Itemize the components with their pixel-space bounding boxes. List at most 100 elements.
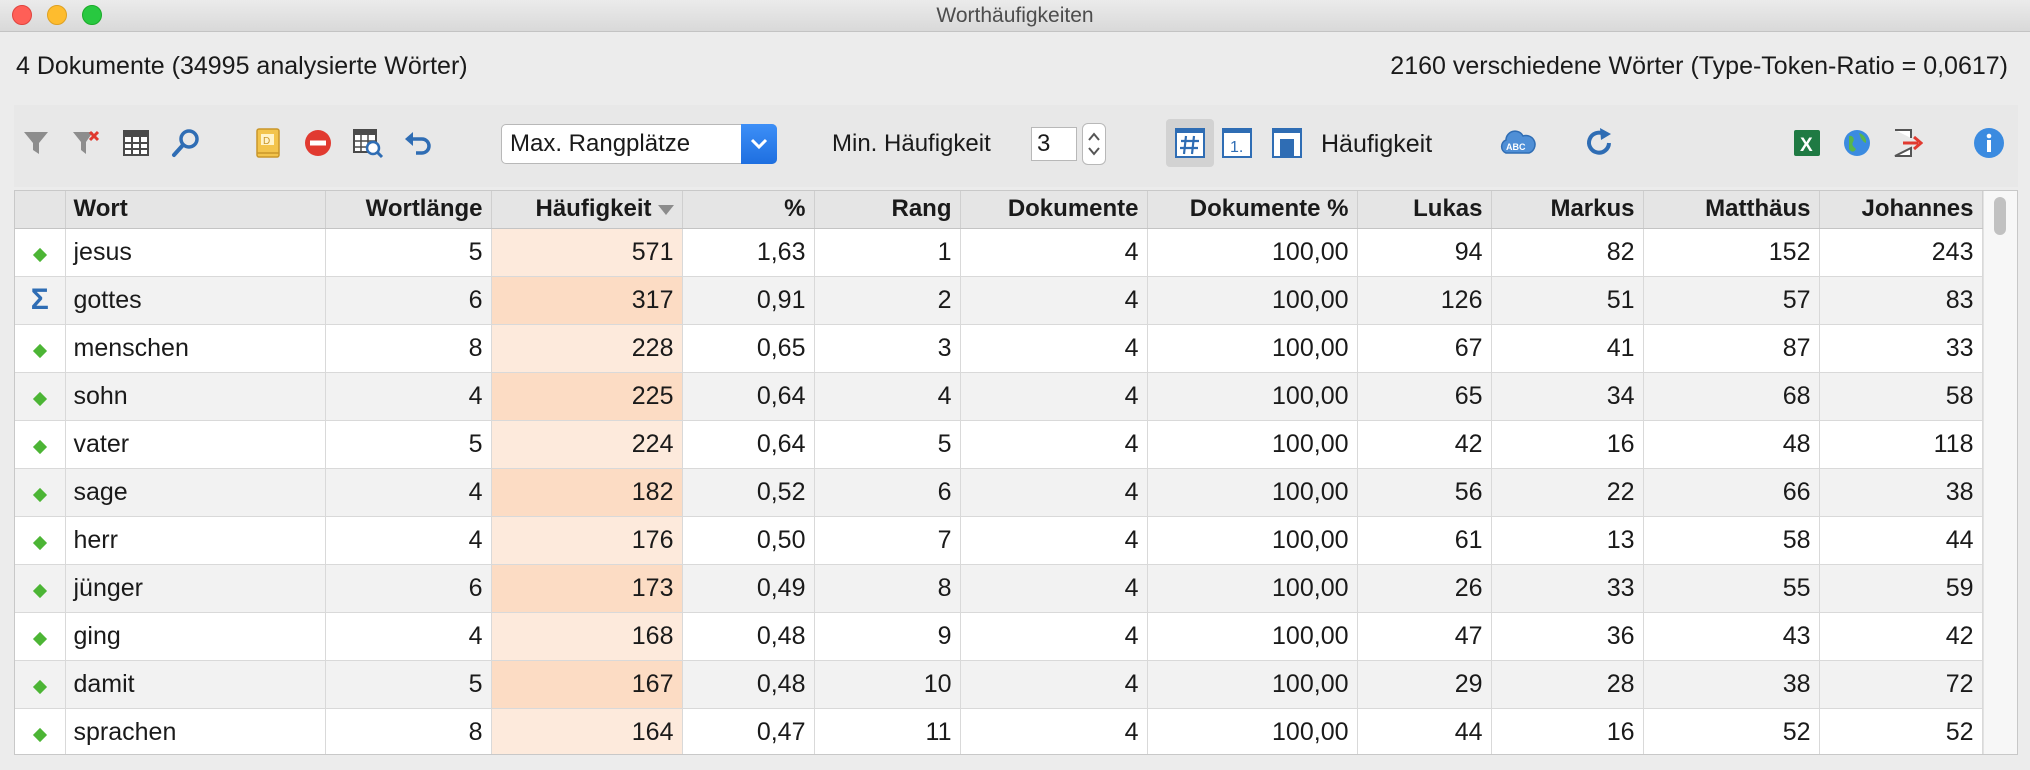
column-header-dokumente[interactable]: Dokumente: [960, 191, 1148, 229]
hash-icon[interactable]: [1166, 119, 1214, 167]
table-row[interactable]: Σgottes 6 317 0,91 2 4 100,00 126 51 57 83: [15, 276, 1983, 325]
cell-rang: 9: [814, 612, 961, 661]
table-row[interactable]: menschen 8 228 0,65 3 4 100,00 67 41 87 33: [15, 324, 1983, 373]
diamond-icon: [32, 583, 47, 598]
table-row[interactable]: vater 5 224 0,64 5 4 100,00 42 16 48 118: [15, 420, 1983, 469]
cell-lukas: 56: [1357, 468, 1492, 517]
svg-text:D: D: [263, 136, 270, 147]
table-row[interactable]: jesus 5 571 1,63 1 4 100,00 94 82 152 243: [15, 228, 1983, 277]
table-row[interactable]: sohn 4 225 0,64 4 4 100,00 65 34 68 58: [15, 372, 1983, 421]
cell-lukas: 126: [1357, 276, 1492, 325]
excel-icon[interactable]: X: [1787, 123, 1827, 163]
column-header-haeufigkeit[interactable]: Häufigkeit: [491, 191, 683, 229]
column-header-label: Dokumente: [1007, 195, 1139, 223]
cell-dokumente-prozent: 100,00: [1147, 564, 1358, 613]
rank-icon[interactable]: 1.: [1217, 123, 1257, 163]
cell-matthaeus: 87: [1643, 324, 1820, 373]
cell-rang: 1: [814, 228, 961, 277]
row-marker-cell[interactable]: [15, 660, 66, 709]
cell-lukas: 47: [1357, 612, 1492, 661]
columns-icon[interactable]: [116, 123, 156, 163]
min-frequency-label: Min. Häufigkeit: [832, 130, 991, 157]
cell-prozent: 0,49: [682, 564, 815, 613]
export-icon[interactable]: [1887, 123, 1927, 163]
cell-lukas: 42: [1357, 420, 1492, 469]
cell-rang: 3: [814, 324, 961, 373]
cell-haeufigkeit: 317: [491, 276, 683, 325]
filter-icon[interactable]: [16, 123, 56, 163]
chevron-down-icon: [741, 124, 777, 164]
cell-johannes: 118: [1819, 420, 1983, 469]
column-header-wortlaenge[interactable]: Wortlänge: [325, 191, 492, 229]
cell-wort: damit: [65, 660, 326, 709]
window-title: Worthäufigkeiten: [936, 4, 1094, 27]
table-search-icon[interactable]: [348, 123, 388, 163]
diamond-icon: [32, 535, 47, 550]
column-header-johannes[interactable]: Johannes: [1819, 191, 1983, 229]
table-row[interactable]: damit 5 167 0,48 10 4 100,00 29 28 38 72: [15, 660, 1983, 709]
row-marker-cell[interactable]: [15, 468, 66, 517]
column-header-markus[interactable]: Markus: [1491, 191, 1644, 229]
stop-list-icon[interactable]: [298, 123, 338, 163]
cell-matthaeus: 38: [1643, 660, 1820, 709]
cell-matthaeus: 52: [1643, 708, 1820, 754]
cell-lukas: 29: [1357, 660, 1492, 709]
table-row[interactable]: ging 4 168 0,48 9 4 100,00 47 36 43 42: [15, 612, 1983, 661]
frequency-mode-label: Häufigkeit: [1321, 130, 1433, 158]
column-header-wort[interactable]: Wort: [65, 191, 326, 229]
column-header-prozent[interactable]: %: [682, 191, 815, 229]
column-header-matthaeus[interactable]: Matthäus: [1643, 191, 1820, 229]
scrollbar-thumb[interactable]: [1994, 197, 2006, 235]
refresh-icon[interactable]: [1579, 123, 1619, 163]
cell-johannes: 52: [1819, 708, 1983, 754]
min-frequency-input[interactable]: 3: [1031, 127, 1077, 161]
column-header-rang[interactable]: Rang: [814, 191, 961, 229]
cell-dokumente-prozent: 100,00: [1147, 324, 1358, 373]
cell-markus: 41: [1491, 324, 1644, 373]
row-marker-cell[interactable]: [15, 324, 66, 373]
cell-prozent: 0,50: [682, 516, 815, 565]
row-marker-cell[interactable]: [15, 228, 66, 277]
sort-descending-icon: [657, 204, 674, 215]
table-row[interactable]: jünger 6 173 0,49 8 4 100,00 26 33 55 59: [15, 564, 1983, 613]
row-marker-cell[interactable]: [15, 372, 66, 421]
cell-rang: 8: [814, 564, 961, 613]
diamond-icon: [32, 391, 47, 406]
cloud-icon[interactable]: ABC: [1497, 123, 1537, 163]
info-icon[interactable]: [1969, 123, 2009, 163]
documents-summary: 4 Dokumente (34995 analysierte Wörter): [16, 52, 468, 80]
min-frequency-stepper[interactable]: [1082, 123, 1106, 165]
table-row[interactable]: sprachen 8 164 0,47 11 4 100,00 44 16 52 52: [15, 708, 1983, 754]
toolbar: D Max. Rangplätze Min. Häufigkeit 3 1. H…: [14, 105, 2018, 187]
cell-johannes: 72: [1819, 660, 1983, 709]
cell-prozent: 0,48: [682, 612, 815, 661]
cell-dokumente: 4: [960, 468, 1148, 517]
clear-filter-icon[interactable]: [66, 123, 106, 163]
column-header-dokumente-prozent[interactable]: Dokumente %: [1147, 191, 1358, 229]
frequency-icon[interactable]: [1267, 123, 1307, 163]
word-frequency-window: Worthäufigkeiten 4 Dokumente (34995 anal…: [0, 0, 2030, 770]
vertical-scrollbar[interactable]: [1983, 191, 2017, 754]
table-row[interactable]: herr 4 176 0,50 7 4 100,00 61 13 58 44: [15, 516, 1983, 565]
row-marker-cell[interactable]: [15, 612, 66, 661]
cell-lukas: 65: [1357, 372, 1492, 421]
column-header-lukas[interactable]: Lukas: [1357, 191, 1492, 229]
globe-icon[interactable]: [1837, 123, 1877, 163]
row-marker-cell[interactable]: Σ: [15, 276, 66, 325]
dictionary-icon[interactable]: D: [248, 123, 288, 163]
cell-rang: 7: [814, 516, 961, 565]
cell-dokumente: 4: [960, 708, 1148, 754]
row-marker-cell[interactable]: [15, 564, 66, 613]
cell-prozent: 1,63: [682, 228, 815, 277]
cell-wort: gottes: [65, 276, 326, 325]
row-marker-cell[interactable]: [15, 708, 66, 754]
max-rank-dropdown[interactable]: Max. Rangplätze: [501, 124, 777, 164]
cell-lukas: 44: [1357, 708, 1492, 754]
row-marker-cell[interactable]: [15, 516, 66, 565]
table-row[interactable]: sage 4 182 0,52 6 4 100,00 56 22 66 38: [15, 468, 1983, 517]
cell-wortlaenge: 4: [325, 516, 492, 565]
undo-icon[interactable]: [398, 123, 438, 163]
column-header-marker[interactable]: [15, 191, 66, 229]
row-marker-cell[interactable]: [15, 420, 66, 469]
search-icon[interactable]: [166, 123, 206, 163]
